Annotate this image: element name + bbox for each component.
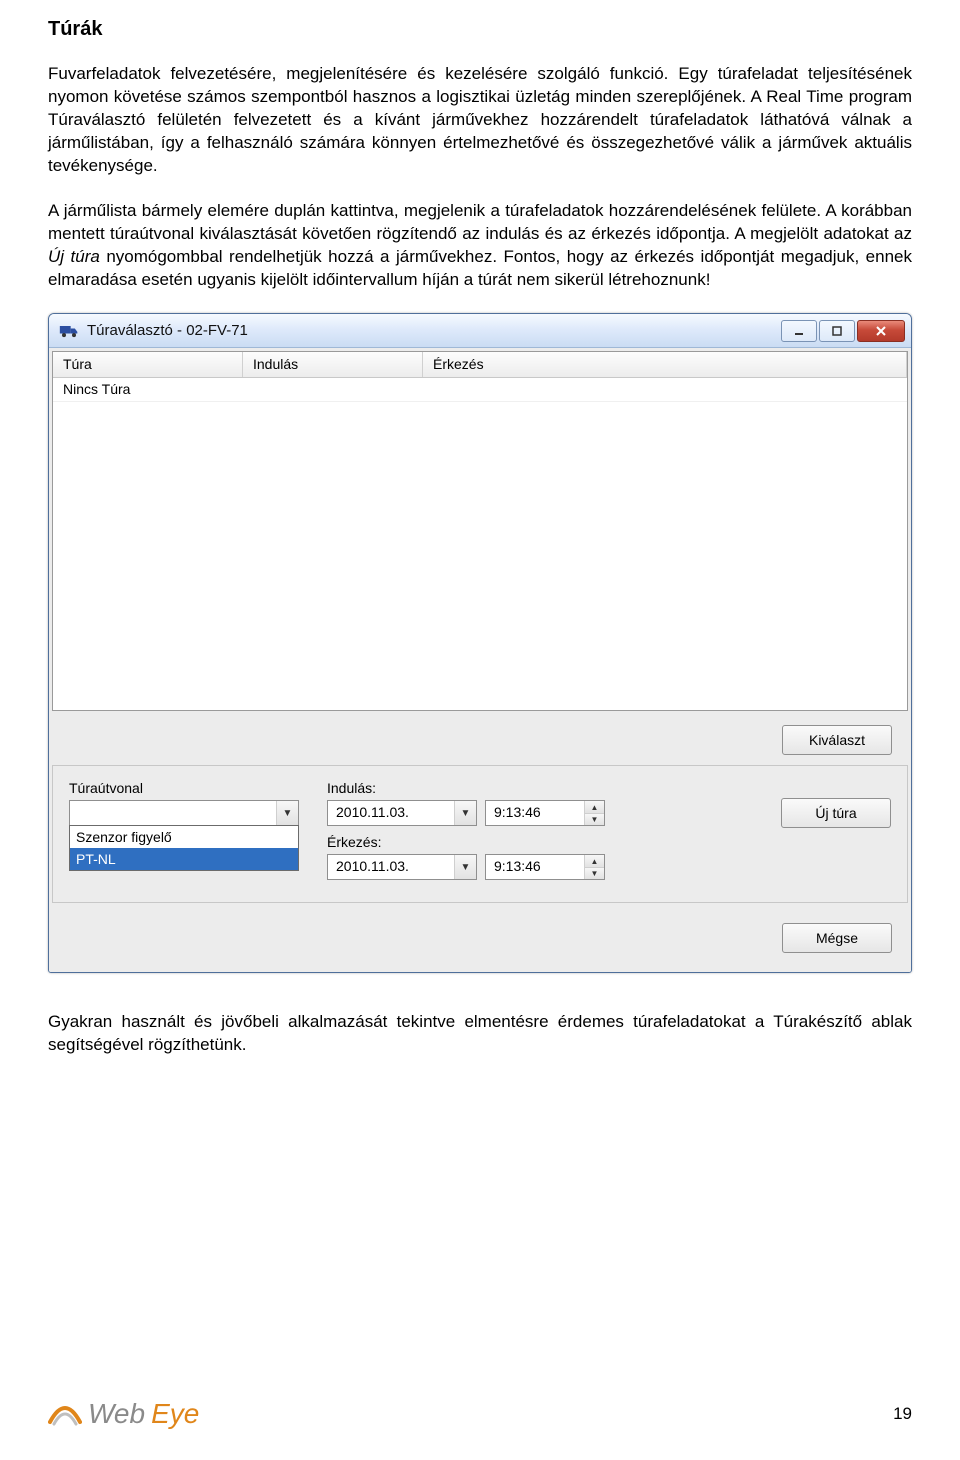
footer-paragraph: Gyakran használt és jövőbeli alkalmazásá… — [48, 1011, 912, 1057]
cell-tour: Nincs Túra — [53, 378, 243, 401]
newtour-column: Új túra — [781, 780, 891, 828]
depart-date[interactable]: 2010.11.03. ▼ — [327, 800, 477, 826]
time-spinner[interactable]: ▲ ▼ — [584, 855, 604, 879]
col-departure[interactable]: Indulás — [243, 352, 423, 377]
spinner-down-icon[interactable]: ▼ — [585, 867, 604, 880]
screenshot-container: Túraválasztó - 02-FV-71 Túra Indulás Érk… — [48, 313, 912, 973]
tour-table[interactable]: Túra Indulás Érkezés Nincs Túra — [52, 351, 908, 711]
arrive-time-value: 9:13:46 — [486, 855, 584, 879]
close-button[interactable] — [857, 320, 905, 342]
route-column: Túraútvonal ▼ Szenzor figyelő PT-NL — [69, 780, 299, 871]
arrive-time[interactable]: 9:13:46 ▲ ▼ — [485, 854, 605, 880]
usage-text-italic: Új túra — [48, 247, 100, 266]
route-combo-value — [70, 801, 276, 825]
chevron-down-icon[interactable]: ▼ — [454, 801, 476, 825]
logo-arc-icon — [48, 1400, 82, 1428]
window-title: Túraválasztó - 02-FV-71 — [87, 322, 779, 339]
usage-text-c: nyomógombbal rendelhetjük hozzá a járműv… — [48, 247, 912, 289]
usage-paragraph: A járműlista bármely elemére duplán katt… — [48, 200, 912, 292]
depart-date-value: 2010.11.03. — [328, 801, 454, 825]
page-heading: Túrák — [48, 18, 912, 41]
form-panel: Túraútvonal ▼ Szenzor figyelő PT-NL Indu… — [52, 765, 908, 903]
route-combo[interactable]: ▼ — [69, 800, 299, 826]
maximize-button[interactable] — [819, 320, 855, 342]
route-option[interactable]: Szenzor figyelő — [70, 826, 298, 848]
cancel-button[interactable]: Mégse — [782, 923, 892, 953]
app-window: Túraválasztó - 02-FV-71 Túra Indulás Érk… — [48, 313, 912, 973]
webeye-logo: WebEye — [48, 1398, 199, 1430]
arrive-label: Érkezés: — [327, 834, 605, 850]
depart-time-value: 9:13:46 — [486, 801, 584, 825]
arrive-date[interactable]: 2010.11.03. ▼ — [327, 854, 477, 880]
select-bar: Kiválaszt — [52, 711, 908, 765]
table-row[interactable]: Nincs Túra — [53, 378, 907, 402]
col-tour[interactable]: Túra — [53, 352, 243, 377]
route-dropdown[interactable]: Szenzor figyelő PT-NL — [69, 825, 299, 871]
depart-time[interactable]: 9:13:46 ▲ ▼ — [485, 800, 605, 826]
intro-paragraph: Fuvarfeladatok felvezetésére, megjelenít… — [48, 63, 912, 178]
table-header: Túra Indulás Érkezés — [53, 352, 907, 378]
minimize-button[interactable] — [781, 320, 817, 342]
chevron-down-icon[interactable]: ▼ — [276, 801, 298, 825]
page-number: 19 — [893, 1404, 912, 1424]
time-spinner[interactable]: ▲ ▼ — [584, 801, 604, 825]
cancel-bar: Mégse — [52, 903, 908, 969]
usage-text-a: A járműlista bármely elemére duplán katt… — [48, 201, 912, 243]
datetime-column: Indulás: 2010.11.03. ▼ 9:13:46 ▲ ▼ — [327, 780, 605, 888]
spinner-down-icon[interactable]: ▼ — [585, 813, 604, 826]
spinner-up-icon[interactable]: ▲ — [585, 855, 604, 867]
col-arrival[interactable]: Érkezés — [423, 352, 907, 377]
titlebar: Túraválasztó - 02-FV-71 — [49, 314, 911, 348]
logo-text-eye: Eye — [151, 1398, 199, 1430]
arrive-date-value: 2010.11.03. — [328, 855, 454, 879]
chevron-down-icon[interactable]: ▼ — [454, 855, 476, 879]
route-label: Túraútvonal — [69, 780, 299, 796]
spinner-up-icon[interactable]: ▲ — [585, 801, 604, 813]
depart-label: Indulás: — [327, 780, 605, 796]
route-option-selected[interactable]: PT-NL — [70, 848, 298, 870]
truck-icon — [59, 323, 79, 339]
new-tour-button[interactable]: Új túra — [781, 798, 891, 828]
window-client: Túra Indulás Érkezés Nincs Túra Kiválasz… — [49, 348, 911, 972]
select-button[interactable]: Kiválaszt — [782, 725, 892, 755]
logo-text-web: Web — [88, 1398, 145, 1430]
